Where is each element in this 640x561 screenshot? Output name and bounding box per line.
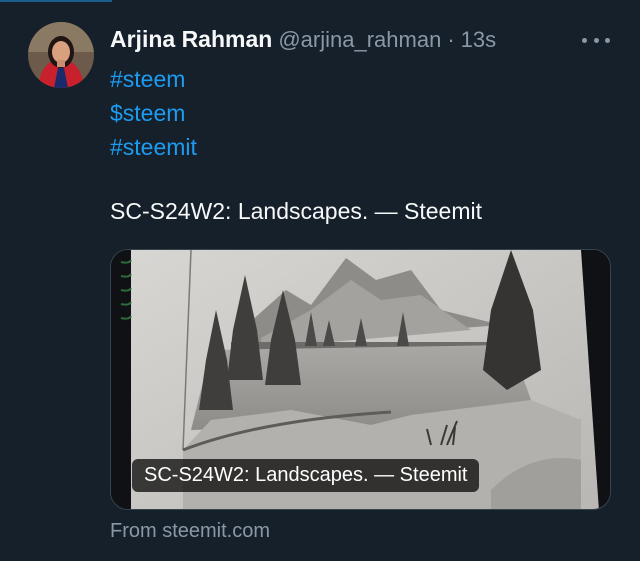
separator-dot: · <box>447 27 455 52</box>
timestamp[interactable]: 13s <box>461 27 496 53</box>
author-handle[interactable]: @arjina_rahman <box>278 27 441 53</box>
hashtag-list: #steem $steem #steemit <box>110 62 197 164</box>
link-source[interactable]: From steemit.com <box>110 520 270 543</box>
hashtag-steem[interactable]: #steem <box>110 62 197 96</box>
hashtag-steemit[interactable]: #steemit <box>110 130 197 164</box>
dot-2 <box>593 37 599 43</box>
tweet-text: SC-S24W2: Landscapes. — Steemit <box>110 198 482 224</box>
dot-3 <box>605 37 610 43</box>
avatar[interactable] <box>28 22 94 88</box>
link-card[interactable]: SC-S24W2: Landscapes. — Steemit <box>110 249 611 510</box>
author-name[interactable]: Arjina Rahman <box>110 26 272 53</box>
top-accent-bar <box>0 0 112 2</box>
more-dots-icon[interactable] <box>582 30 610 50</box>
link-card-caption: SC-S24W2: Landscapes. — Steemit <box>132 459 480 492</box>
cashtag-steem[interactable]: $steem <box>110 96 197 130</box>
dot-1 <box>582 37 587 43</box>
tweet-header: Arjina Rahman @arjina_rahman · 13s <box>110 26 496 56</box>
avatar-image <box>28 22 94 88</box>
